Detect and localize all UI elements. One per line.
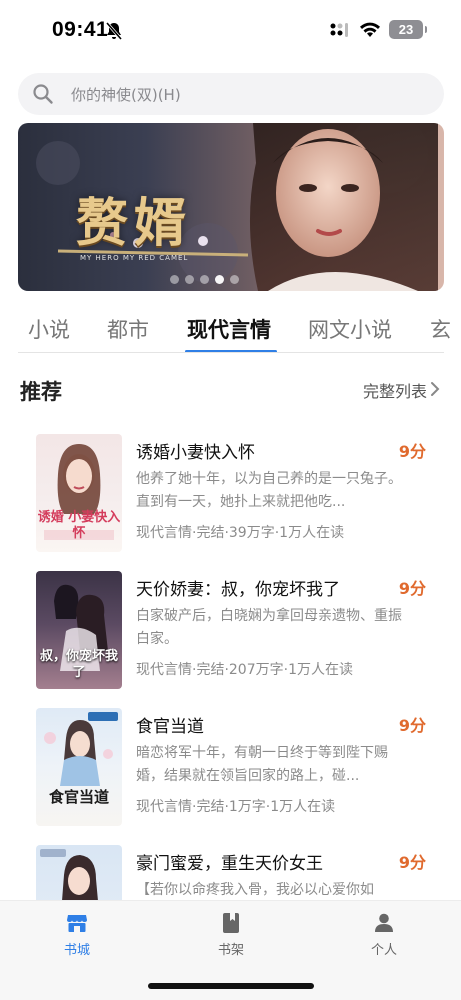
tabbar-item-store[interactable]: 书城 <box>37 911 117 958</box>
book-title: 天价娇妻：叔，你宠坏我了 <box>136 580 340 600</box>
promo-banner[interactable]: 赘婿 MY HERO MY RED CAMEL <box>18 123 444 291</box>
banner-dot[interactable] <box>200 275 209 284</box>
tabbar-item-bookshelf[interactable]: 书架 <box>191 911 271 958</box>
tab-fantasy[interactable]: 玄 <box>430 314 451 344</box>
banner-dot[interactable] <box>230 275 239 284</box>
tab-novel[interactable]: 小说 <box>28 314 70 344</box>
book-score: 9分 <box>398 716 426 735</box>
tabbar-item-profile[interactable]: 个人 <box>344 911 424 958</box>
book-title: 诱婚小妻快入怀 <box>136 443 255 463</box>
banner-dot-active[interactable] <box>215 275 224 284</box>
book-description: 他养了她十年，以为自己养的是一只兔子。直到有一天，她扑上来就把他吃... <box>136 471 402 510</box>
banner-dot[interactable] <box>170 275 179 284</box>
store-icon <box>67 915 87 932</box>
tabbar-label-store: 书城 <box>63 943 90 958</box>
book-meta: 现代言情·完结·39万字·1万人在读 <box>136 525 345 541</box>
book-cover[interactable]: 食官当道 <box>36 708 122 826</box>
banner-dot[interactable] <box>185 275 194 284</box>
battery-level: 23 <box>398 22 414 37</box>
status-icons: 23 <box>329 20 427 39</box>
chevron-right-icon[interactable] <box>429 381 441 397</box>
person-icon <box>375 913 393 932</box>
book-item[interactable]: 诱婚 小妻快入怀 诱婚小妻快入怀 9分 他养了她十年，以为自己养的是一只兔子。直… <box>22 434 442 566</box>
tabbar-label-bookshelf: 书架 <box>217 943 244 958</box>
book-item[interactable]: 叔，你宠坏我了 天价娇妻：叔，你宠坏我了 9分 白家破产后，白晓娴为拿回母亲遗物… <box>22 571 442 703</box>
book-meta: 现代言情·完结·207万字·1万人在读 <box>136 662 353 678</box>
search-bar[interactable]: 你的神使(双)(H) <box>18 73 444 115</box>
book-score: 9分 <box>398 442 426 461</box>
banner-pagination <box>170 275 239 284</box>
tab-web-novel[interactable]: 网文小说 <box>308 314 392 344</box>
book-title: 食官当道 <box>136 717 204 737</box>
section-title: 推荐 <box>20 380 62 404</box>
book-meta: 现代言情·完结·1万字·1万人在读 <box>136 799 336 815</box>
signal-icon <box>330 22 348 37</box>
bookshelf-icon <box>223 913 239 933</box>
book-title: 豪门蜜爱，重生天价女王 <box>136 854 323 874</box>
banner-title: 赘婿 <box>76 193 193 254</box>
cover-art <box>44 712 118 786</box>
category-tabs: 小说 都市 现代言情 网文小说 玄 <box>0 306 461 354</box>
cover-title: 食官当道 <box>48 788 109 806</box>
book-item[interactable]: 食官当道 食官当道 9分 暗恋将军十年，有朝一日终于等到陛下赐婚，结果就在领旨回… <box>22 708 442 840</box>
book-score: 9分 <box>398 853 426 872</box>
home-indicator <box>148 983 314 989</box>
book-score: 9分 <box>398 579 426 598</box>
tabbar-label-profile: 个人 <box>370 943 397 958</box>
battery-indicator: 23 <box>389 20 427 39</box>
status-time: 09:41 <box>52 18 109 41</box>
search-icon <box>33 84 53 104</box>
tab-city[interactable]: 都市 <box>107 314 149 344</box>
status-bar: 09:41 23 <box>0 0 461 62</box>
wifi-icon <box>360 22 380 37</box>
tabs-divider <box>18 352 444 353</box>
book-cover[interactable]: 叔，你宠坏我了 <box>36 571 122 689</box>
book-description: 暗恋将军十年，有朝一日终于等到陛下赐婚，结果就在领旨回家的路上，碰... <box>136 745 388 784</box>
search-placeholder[interactable]: 你的神使(双)(H) <box>71 84 181 105</box>
book-description: 白家破产后，白晓娴为拿回母亲遗物、重振白家。 <box>136 608 402 647</box>
cover-title: 叔，你宠坏我了 <box>39 649 118 680</box>
bell-muted-icon <box>105 22 123 40</box>
full-list-link[interactable]: 完整列表 <box>363 378 427 402</box>
cover-title: 诱婚 小妻快入怀 <box>37 510 121 541</box>
book-cover[interactable]: 诱婚 小妻快入怀 <box>36 434 122 552</box>
tab-modern-romance[interactable]: 现代言情 <box>187 314 271 344</box>
banner-subtitle: MY HERO MY RED CAMEL <box>80 254 189 262</box>
